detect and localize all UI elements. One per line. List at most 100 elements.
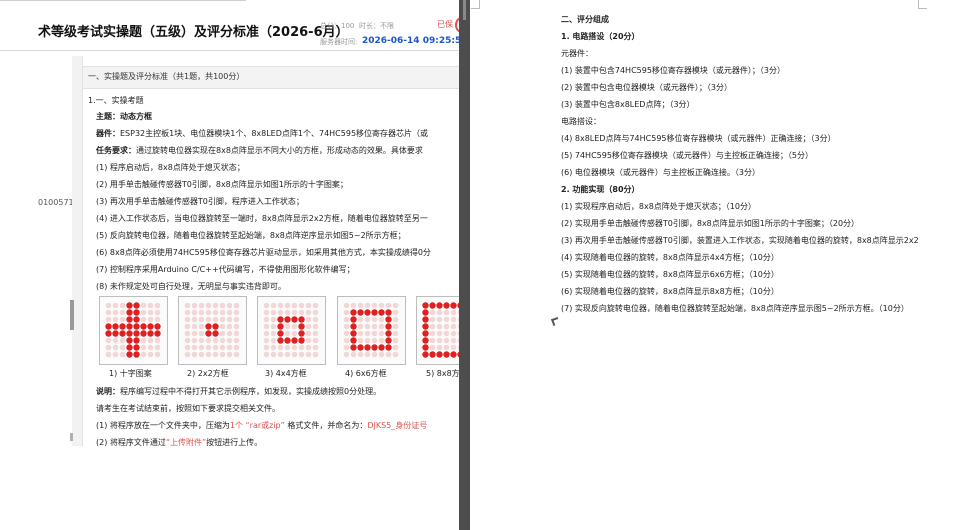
led-off xyxy=(371,302,378,309)
led-on xyxy=(371,309,378,316)
led-off xyxy=(284,309,291,316)
led-off xyxy=(263,344,270,351)
led-off xyxy=(298,344,305,351)
led-off xyxy=(263,316,270,323)
led-off xyxy=(291,309,298,316)
led-on xyxy=(443,302,450,309)
task-line: 任务要求：通过旋转电位器实现在8x8点阵显示不同大小的方框，形成动态的效果。具体… xyxy=(96,145,423,156)
led-on xyxy=(133,344,140,351)
submit2-text-a: (2) 将程序文件通过 xyxy=(96,438,166,447)
led-on xyxy=(422,302,429,309)
led-off xyxy=(385,351,392,358)
led-on xyxy=(378,309,385,316)
score-item: (4) 8x8LED点阵与74HC595移位寄存器模块（或元器件）正确连接；（3… xyxy=(561,134,836,143)
led-off xyxy=(378,302,385,309)
led-off xyxy=(357,302,364,309)
led-off xyxy=(263,323,270,330)
led-off xyxy=(105,351,112,358)
saved-status: 已保 xyxy=(437,20,453,29)
led-off xyxy=(436,337,443,344)
led-on xyxy=(126,316,133,323)
led-off xyxy=(284,344,291,351)
led-on xyxy=(350,330,357,337)
window-divider[interactable] xyxy=(459,0,470,530)
led-on xyxy=(154,330,161,337)
led-off xyxy=(140,309,147,316)
led-off xyxy=(312,344,319,351)
led-on xyxy=(277,316,284,323)
led-off xyxy=(270,302,277,309)
led-off xyxy=(263,330,270,337)
led-on xyxy=(385,344,392,351)
led-off xyxy=(219,330,226,337)
led-off xyxy=(443,316,450,323)
led-on xyxy=(422,316,429,323)
led-on xyxy=(126,337,133,344)
led-off xyxy=(450,344,457,351)
led-on xyxy=(350,316,357,323)
led-off xyxy=(284,302,291,309)
circuit-heading: 1. 电路搭设（20分） xyxy=(561,32,640,41)
total-score: 总分：100 xyxy=(320,22,355,30)
caption-2x2: 2) 2x2方框 xyxy=(187,369,229,378)
requirement-2: (2) 用手单击触碰传感器T0引脚，8x8点阵显示如图1所示的十字图案； xyxy=(96,180,348,189)
score-item: (5) 实现随着电位器的旋转，8x8点阵显示6x6方框；（10分） xyxy=(561,270,779,279)
resize-handle[interactable] xyxy=(70,300,74,330)
led-off xyxy=(277,309,284,316)
led-off xyxy=(198,344,205,351)
led-off xyxy=(119,344,126,351)
led-on xyxy=(154,323,161,330)
led-off xyxy=(226,344,233,351)
led-off xyxy=(154,337,161,344)
led-off xyxy=(154,344,161,351)
led-off xyxy=(154,302,161,309)
led-off xyxy=(436,330,443,337)
led-off xyxy=(270,330,277,337)
led-off xyxy=(343,323,350,330)
requirement-1: (1) 程序启动后，8x8点阵处于熄灭状态； xyxy=(96,163,245,172)
requirement-5: (5) 反向旋转电位器，随着电位器旋转至起始端，8x8点阵逆序显示如图5~2所示… xyxy=(96,231,406,240)
led-off xyxy=(147,316,154,323)
server-time: 2026-06-14 09:25:52 xyxy=(362,36,468,46)
led-off xyxy=(219,309,226,316)
led-on xyxy=(350,323,357,330)
scroll-thumb[interactable] xyxy=(70,433,73,441)
led-off xyxy=(191,337,198,344)
device-value: ESP32主控板1块、电位器模块1个、8x8LED点阵1个、74HC595移位寄… xyxy=(120,129,429,138)
led-off xyxy=(226,316,233,323)
led-off xyxy=(305,330,312,337)
led-on xyxy=(140,330,147,337)
led-off xyxy=(140,302,147,309)
score-item: (4) 实现随着电位器的旋转，8x8点阵显示4x4方框；（10分） xyxy=(561,253,779,262)
upload-attachment-link[interactable]: “上传附件” xyxy=(166,438,206,447)
led-on xyxy=(133,337,140,344)
led-on xyxy=(147,330,154,337)
led-off xyxy=(212,316,219,323)
led-off xyxy=(112,344,119,351)
led-off xyxy=(119,302,126,309)
question-number: 1.一、实操考题 xyxy=(88,96,144,105)
led-off xyxy=(392,323,399,330)
requirement-7: (7) 控制程序采用Arduino C/C++代码编写，不得使用图形化软件编写； xyxy=(96,265,355,274)
led-off xyxy=(112,302,119,309)
led-off xyxy=(429,330,436,337)
led-off xyxy=(147,344,154,351)
requirement-3: (3) 再次用手单击触碰传感器T0引脚，程序进入工作状态； xyxy=(96,197,304,206)
circuit-label: 电路搭设： xyxy=(561,117,601,126)
score-item: (3) 装置中包含8x8LED点阵；（3分） xyxy=(561,100,695,109)
led-off xyxy=(140,351,147,358)
led-on xyxy=(350,344,357,351)
led-off xyxy=(429,337,436,344)
led-on xyxy=(385,337,392,344)
led-off xyxy=(343,309,350,316)
led-off xyxy=(184,302,191,309)
matrix-image-cross xyxy=(99,296,168,365)
led-off xyxy=(205,344,212,351)
led-off xyxy=(371,316,378,323)
led-on xyxy=(357,309,364,316)
led-off xyxy=(212,302,219,309)
led-off xyxy=(343,351,350,358)
led-off xyxy=(284,330,291,337)
led-off xyxy=(205,351,212,358)
led-off xyxy=(184,344,191,351)
